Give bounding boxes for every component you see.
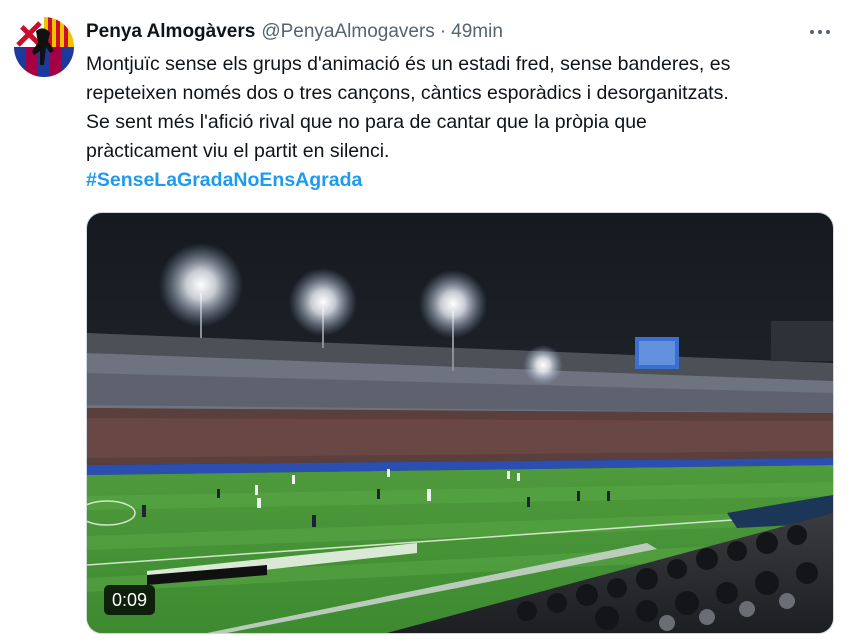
video-player[interactable]: [86, 212, 834, 634]
hashtag-link[interactable]: #SenseLaGradaNoEnsAgrada: [86, 169, 362, 191]
tweet-line: pràcticament viu el partit en silenci.: [86, 140, 390, 162]
timestamp[interactable]: 49min: [451, 21, 503, 43]
blaugrana-shield-avatar-icon: [14, 17, 74, 77]
more-options-icon[interactable]: [806, 22, 834, 42]
tweet-line: Montjuïc sense els grups d'animació és u…: [86, 53, 731, 75]
tweet-line: Se sent més l'afició rival que no para d…: [86, 111, 647, 133]
handle[interactable]: @PenyaAlmogavers: [261, 21, 434, 43]
tweet-text: Montjuïc sense els grups d'animació és u…: [86, 50, 836, 195]
tweet-line: repeteixen només dos o tres cançons, càn…: [86, 82, 729, 104]
video-duration-badge: 0:09: [104, 585, 156, 615]
stadium-video-thumbnail: [87, 213, 833, 633]
tweet-header: Penya Almogàvers @PenyaAlmogavers · 49mi…: [86, 18, 503, 46]
separator: ·: [439, 21, 447, 42]
display-name[interactable]: Penya Almogàvers: [86, 21, 255, 43]
avatar[interactable]: [14, 17, 74, 77]
